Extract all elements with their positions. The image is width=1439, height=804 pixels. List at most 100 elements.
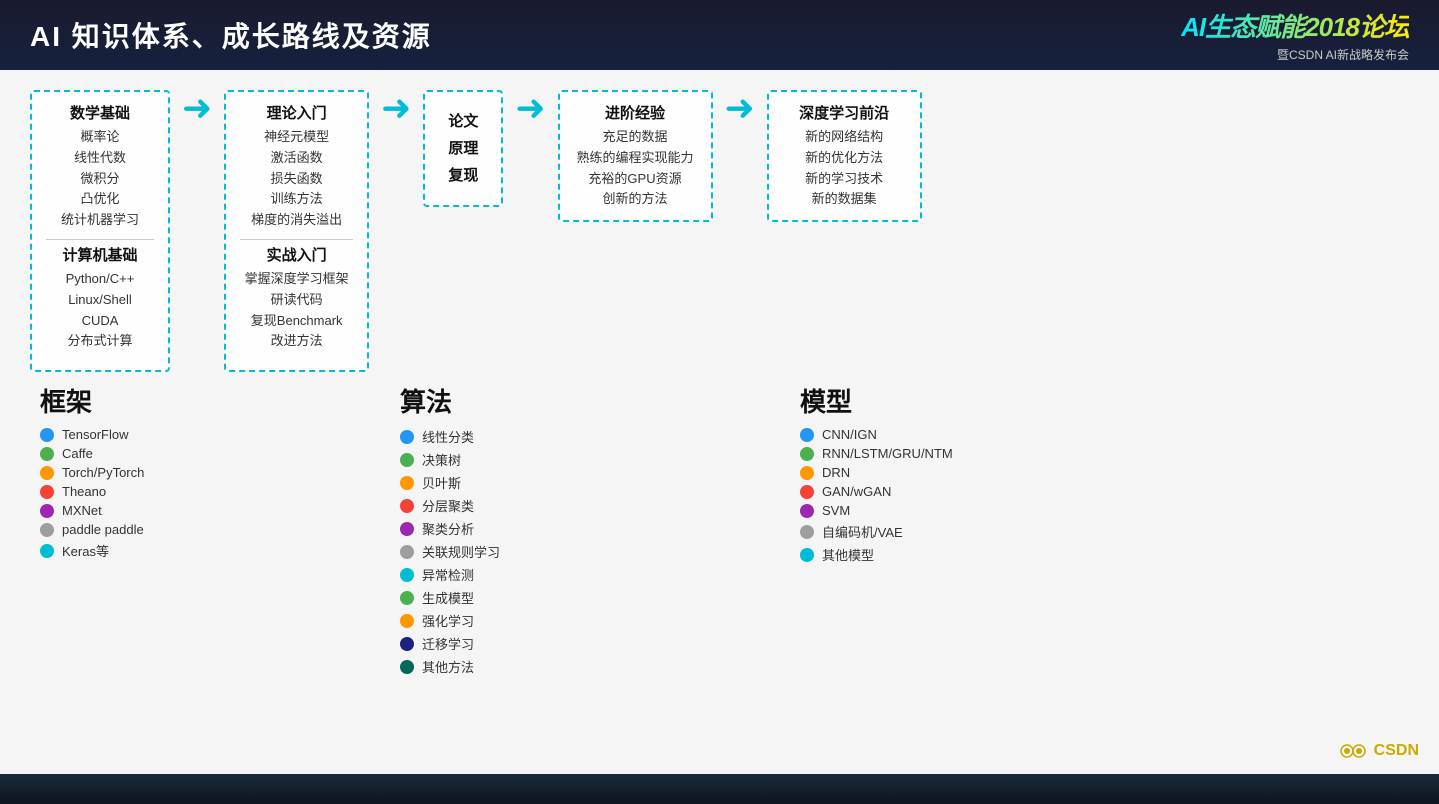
rnn-dot xyxy=(800,447,814,461)
computer-item-3: CUDA xyxy=(46,311,154,332)
gan-dot xyxy=(800,485,814,499)
paper-title: 论文原理复现 xyxy=(445,108,481,189)
arrow-3: ➜ xyxy=(515,90,545,126)
frameworks-title: 框架 xyxy=(40,382,280,419)
bayes-dot xyxy=(400,476,414,490)
cnn-dot xyxy=(800,428,814,442)
linear-label: 线性分类 xyxy=(422,427,474,446)
algorithms-title: 算法 xyxy=(400,382,680,419)
bayes-label: 贝叶斯 xyxy=(422,473,461,492)
linear-dot xyxy=(400,430,414,444)
computer-title: 计算机基础 xyxy=(46,244,154,265)
legend-transfer: 迁移学习 xyxy=(400,634,680,653)
math-item-2: 线性代数 xyxy=(46,148,154,169)
practice-section: 实战入门 掌握深度学习框架 研读代码 复现Benchmark 改进方法 xyxy=(240,244,353,352)
csdn-icon xyxy=(1338,736,1368,766)
legend-mxnet: MXNet xyxy=(40,503,280,518)
legend-caffe: Caffe xyxy=(40,446,280,461)
anomaly-dot xyxy=(400,568,414,582)
legend-cluster: 聚类分析 xyxy=(400,519,680,538)
deep-title: 深度学习前沿 xyxy=(783,102,906,123)
paddle-label: paddle paddle xyxy=(62,522,144,537)
csdn-logo: CSDN xyxy=(1338,736,1419,766)
box-deep: 深度学习前沿 新的网络结构 新的优化方法 新的学习技术 新的数据集 xyxy=(767,90,922,222)
algorithms-col: 算法 线性分类 决策树 贝叶斯 分层聚类 聚类分析 xyxy=(390,382,690,754)
frameworks-col: 框架 TensorFlow Caffe Torch/PyTorch Theano… xyxy=(30,382,290,754)
legend-theano: Theano xyxy=(40,484,280,499)
autoencoder-dot xyxy=(800,525,814,539)
content-area: 数学基础 概率论 线性代数 微积分 凸优化 统计机器学习 计算机基础 Pytho… xyxy=(0,70,1439,774)
top-bar: AI 知识体系、成长路线及资源 AI生态赋能2018论坛 暨CSDN AI新战略… xyxy=(0,0,1439,70)
rl-dot xyxy=(400,614,414,628)
legend-bayes: 贝叶斯 xyxy=(400,473,680,492)
legend-autoencoder: 自编码机/VAE xyxy=(800,522,1130,541)
transfer-dot xyxy=(400,637,414,651)
keras-label: Keras等 xyxy=(62,541,109,560)
logo-subtitle: 暨CSDN AI新战略发布会 xyxy=(1277,46,1409,63)
legend-other-algo: 其他方法 xyxy=(400,657,680,676)
legend-paddle: paddle paddle xyxy=(40,522,280,537)
legend-gan: GAN/wGAN xyxy=(800,484,1130,499)
legend-other-model: 其他模型 xyxy=(800,545,1130,564)
cluster-dot xyxy=(400,522,414,536)
box-theory: 理论入门 神经元模型 激活函数 损失函数 训练方法 梯度的消失溢出 实战入门 掌… xyxy=(224,90,369,372)
torch-label: Torch/PyTorch xyxy=(62,465,144,480)
arrow-1: ➜ xyxy=(182,90,212,126)
math-item-1: 概率论 xyxy=(46,127,154,148)
svm-dot xyxy=(800,504,814,518)
mxnet-label: MXNet xyxy=(62,503,102,518)
other-algo-dot xyxy=(400,660,414,674)
legend-anomaly: 异常检测 xyxy=(400,565,680,584)
theano-label: Theano xyxy=(62,484,106,499)
other-algo-label: 其他方法 xyxy=(422,657,474,676)
computer-item-1: Python/C++ xyxy=(46,269,154,290)
bottom-section: 框架 TensorFlow Caffe Torch/PyTorch Theano… xyxy=(30,382,1409,754)
legend-tensorflow: TensorFlow xyxy=(40,427,280,442)
keras-dot xyxy=(40,544,54,558)
practice-title: 实战入门 xyxy=(240,244,353,265)
legend-keras: Keras等 xyxy=(40,541,280,560)
other-model-dot xyxy=(800,548,814,562)
legend-torch: Torch/PyTorch xyxy=(40,465,280,480)
models-col: 模型 CNN/IGN RNN/LSTM/GRU/NTM DRN GAN/wGAN… xyxy=(790,382,1140,754)
decision-tree-dot xyxy=(400,453,414,467)
tensorflow-label: TensorFlow xyxy=(62,427,128,442)
box-paper: 论文原理复现 xyxy=(423,90,503,207)
legend-rl: 强化学习 xyxy=(400,611,680,630)
caffe-label: Caffe xyxy=(62,446,93,461)
arrow-2: ➜ xyxy=(381,90,411,126)
drn-label: DRN xyxy=(822,465,850,480)
csdn-text: CSDN xyxy=(1374,742,1419,760)
legend-cnn: CNN/IGN xyxy=(800,427,1130,442)
math-item-5: 统计机器学习 xyxy=(46,210,154,231)
anomaly-label: 异常检测 xyxy=(422,565,474,584)
box-basics: 数学基础 概率论 线性代数 微积分 凸优化 统计机器学习 计算机基础 Pytho… xyxy=(30,90,170,372)
logo-area: AI生态赋能2018论坛 暨CSDN AI新战略发布会 xyxy=(1181,7,1409,63)
theory-title: 理论入门 xyxy=(240,102,353,123)
generative-dot xyxy=(400,591,414,605)
legend-decision-tree: 决策树 xyxy=(400,450,680,469)
mxnet-dot xyxy=(40,504,54,518)
rnn-label: RNN/LSTM/GRU/NTM xyxy=(822,446,953,461)
legend-generative: 生成模型 xyxy=(400,588,680,607)
page-title: AI 知识体系、成长路线及资源 xyxy=(30,15,432,55)
transfer-label: 迁移学习 xyxy=(422,634,474,653)
association-label: 关联规则学习 xyxy=(422,542,500,561)
computer-item-2: Linux/Shell xyxy=(46,290,154,311)
advanced-title: 进阶经验 xyxy=(574,102,697,123)
flow-diagram: 数学基础 概率论 线性代数 微积分 凸优化 统计机器学习 计算机基础 Pytho… xyxy=(30,90,1409,372)
autoencoder-label: 自编码机/VAE xyxy=(822,522,903,541)
tensorflow-dot xyxy=(40,428,54,442)
math-item-4: 凸优化 xyxy=(46,189,154,210)
drn-dot xyxy=(800,466,814,480)
theory-section: 理论入门 神经元模型 激活函数 损失函数 训练方法 梯度的消失溢出 xyxy=(240,102,353,231)
legend-rnn: RNN/LSTM/GRU/NTM xyxy=(800,446,1130,461)
math-title: 数学基础 xyxy=(46,102,154,123)
legend-association: 关联规则学习 xyxy=(400,542,680,561)
arrow-4: ➜ xyxy=(725,90,755,126)
computer-section: 计算机基础 Python/C++ Linux/Shell CUDA 分布式计算 xyxy=(46,244,154,352)
gan-label: GAN/wGAN xyxy=(822,484,891,499)
association-dot xyxy=(400,545,414,559)
svm-label: SVM xyxy=(822,503,850,518)
legend-hierarchical: 分层聚类 xyxy=(400,496,680,515)
